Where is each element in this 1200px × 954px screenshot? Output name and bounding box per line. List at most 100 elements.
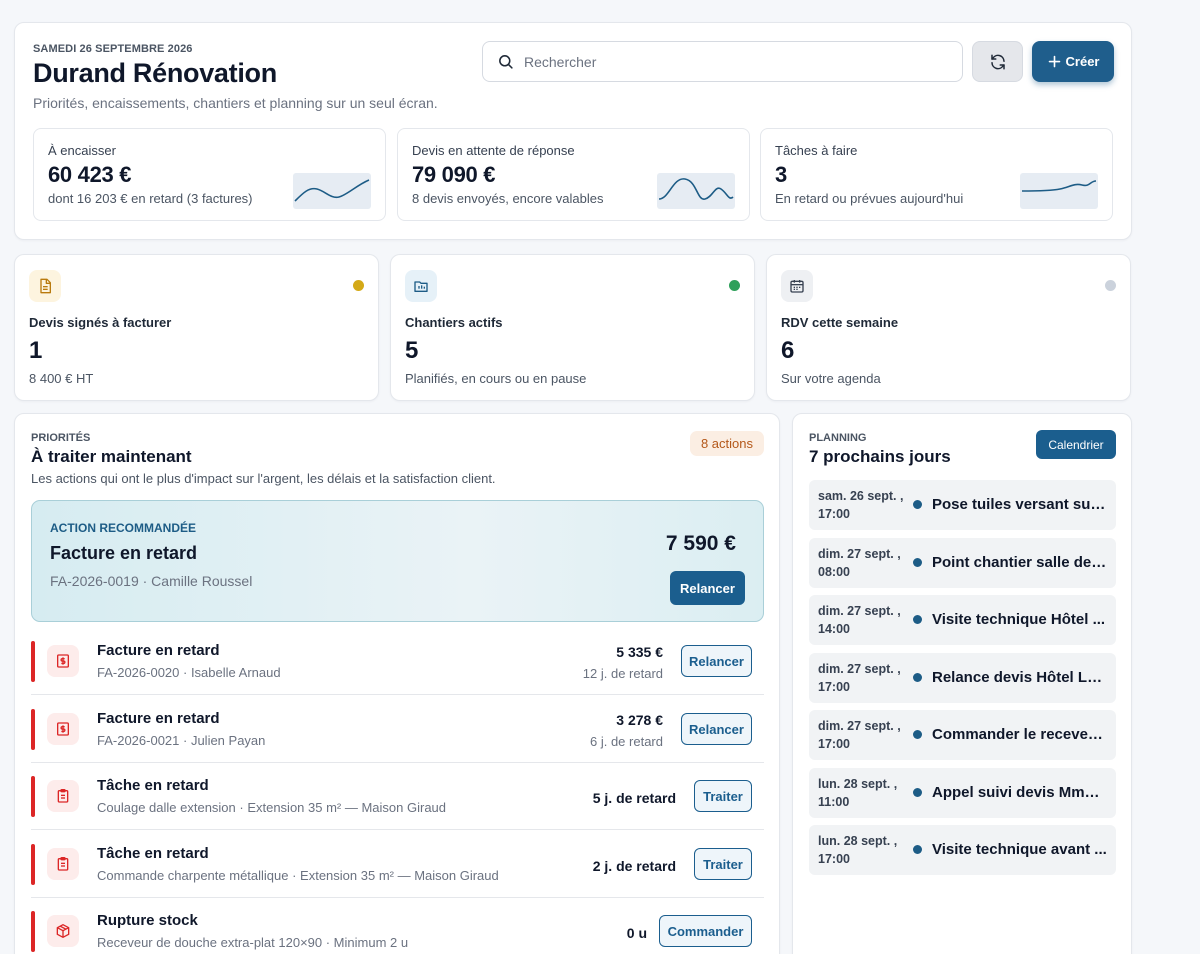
planning-item[interactable]: sam. 26 sept. , 17:00 Pose tuiles versan… [809,480,1116,530]
event-dot [913,788,922,797]
row-title: Facture en retard [97,710,220,727]
kpi-label: À encaisser [48,143,116,158]
kpi-value: 60 423 € [48,162,132,187]
remind-button[interactable]: Relancer [670,571,745,605]
kpi-to-collect[interactable]: À encaisser 60 423 € dont 16 203 € en re… [33,128,386,221]
sparkline-icon [1020,173,1098,209]
planning-title-text: Pose tuiles versant sud · ... [932,496,1107,513]
row-title: Tâche en retard [97,845,209,862]
planning-date: lun. 28 sept. , 11:00 [818,777,898,809]
sparkline-icon [293,173,371,209]
recommended-subtitle: FA-2026-0019 · Camille Roussel [50,573,253,589]
process-button[interactable]: Traiter [694,848,752,880]
create-button-label: Créer [1065,54,1100,69]
row-subtitle: Coulage dalle extension · Extension 35 m… [97,800,447,815]
kpi-label: Tâches à faire [775,143,858,158]
document-icon [29,270,61,302]
stat-card-appointments[interactable]: RDV cette semaine 6 Sur votre agenda [766,254,1131,401]
row-subtitle: Receveur de douche extra-plat 120×90 · M… [97,935,409,950]
row-title: Tâche en retard [97,777,209,794]
recommended-amount: 7 590 € [665,532,736,555]
search-icon [499,55,513,69]
row-amount: 3 278 € [616,712,663,728]
planning-title: 7 prochains jours [809,447,951,466]
kpi-note: dont 16 203 € en retard (3 factures) [48,191,253,206]
calendar-button[interactable]: Calendrier [1036,430,1116,459]
invoice-dollar-icon [47,713,79,745]
planning-date: dim. 27 sept. , 17:00 [818,662,901,694]
stat-label: Devis signés à facturer [29,315,172,330]
row-amount: 0 u [626,925,647,941]
stat-note: Sur votre agenda [781,371,881,386]
search-input[interactable] [524,53,944,70]
status-dot [1105,280,1116,291]
actions-count-badge: 8 actions [690,431,764,456]
kpi-note: 8 devis envoyés, encore valables [412,191,604,206]
header-card: SAMEDI 26 SEPTEMBRE 2026 Durand Rénovati… [14,22,1132,240]
event-dot [913,673,922,682]
order-button[interactable]: Commander [659,915,752,947]
event-dot [913,845,922,854]
priority-row[interactable]: Facture en retard FA-2026-0021 · Julien … [31,695,764,763]
planning-item[interactable]: dim. 27 sept. , 08:00 Point chantier sal… [809,538,1116,588]
clipboard-icon [47,848,79,880]
planning-date: lun. 28 sept. , 17:00 [818,834,898,866]
planning-item[interactable]: lun. 28 sept. , 11:00 Appel suivi devis … [809,768,1116,818]
page-subtitle: Priorités, encaissements, chantiers et p… [33,95,438,111]
kpi-label: Devis en attente de réponse [412,143,575,158]
planning-date: sam. 26 sept. , 17:00 [818,489,904,521]
remind-button[interactable]: Relancer [681,645,752,677]
planning-item[interactable]: lun. 28 sept. , 17:00 Visite technique a… [809,825,1116,875]
planning-title-text: Visite technique avant ... [932,841,1107,858]
urgency-bar [31,844,35,885]
stat-value: 6 [781,337,795,364]
status-dot [729,280,740,291]
planning-date: dim. 27 sept. , 14:00 [818,604,901,636]
folder-chart-icon [405,270,437,302]
search-box[interactable] [482,41,963,82]
clipboard-icon [47,780,79,812]
priorities-panel: PRIORITÉS À traiter maintenant Les actio… [14,413,780,954]
priorities-description: Les actions qui ont le plus d'impact sur… [31,471,496,486]
row-amount: 2 j. de retard [592,858,676,874]
row-amount: 5 335 € [616,644,663,660]
refresh-icon [990,54,1005,69]
row-title: Facture en retard [97,642,220,659]
stat-value: 1 [29,337,43,364]
priorities-kicker: PRIORITÉS [31,432,91,444]
planning-panel: PLANNING 7 prochains jours Calendrier sa… [792,413,1132,954]
invoice-dollar-icon [47,645,79,677]
planning-title-text: Commander le receveu... [932,726,1107,743]
status-dot [353,280,364,291]
recommended-action[interactable]: ACTION RECOMMANDÉE Facture en retard FA-… [31,500,764,622]
stat-value: 5 [405,337,419,364]
event-dot [913,730,922,739]
remind-button[interactable]: Relancer [681,713,752,745]
priority-row[interactable]: Rupture stock Receveur de douche extra-p… [31,897,764,954]
planning-item[interactable]: dim. 27 sept. , 14:00 Visite technique H… [809,595,1116,645]
event-dot [913,615,922,624]
planning-item[interactable]: dim. 27 sept. , 17:00 Relance devis Hôte… [809,653,1116,703]
process-button[interactable]: Traiter [694,780,752,812]
create-button[interactable]: Créer [1032,41,1114,82]
priority-row[interactable]: Tâche en retard Commande charpente métal… [31,830,764,898]
stat-card-signed-quotes[interactable]: Devis signés à facturer 1 8 400 € HT [14,254,379,401]
planning-date: dim. 27 sept. , 17:00 [818,719,901,751]
refresh-button[interactable] [972,41,1023,82]
row-subtitle: FA-2026-0020 · Isabelle Arnaud [97,665,281,680]
stat-card-active-sites[interactable]: Chantiers actifs 5 Planifiés, en cours o… [390,254,755,401]
plus-icon [1048,55,1060,68]
urgency-bar [31,776,35,817]
priorities-title: À traiter maintenant [31,447,192,466]
planning-date: dim. 27 sept. , 08:00 [818,547,901,579]
kpi-tasks[interactable]: Tâches à faire 3 En retard ou prévues au… [760,128,1113,221]
stat-note: 8 400 € HT [29,371,94,386]
current-date: SAMEDI 26 SEPTEMBRE 2026 [33,43,193,55]
kpi-pending-quotes[interactable]: Devis en attente de réponse 79 090 € 8 d… [397,128,750,221]
priority-row[interactable]: Facture en retard FA-2026-0020 · Isabell… [31,627,764,695]
row-late: 6 j. de retard [590,734,663,749]
planning-item[interactable]: dim. 27 sept. , 17:00 Commander le recev… [809,710,1116,760]
row-late: 12 j. de retard [582,666,663,681]
priority-row[interactable]: Tâche en retard Coulage dalle extension … [31,762,764,830]
kpi-value: 3 [775,162,787,187]
